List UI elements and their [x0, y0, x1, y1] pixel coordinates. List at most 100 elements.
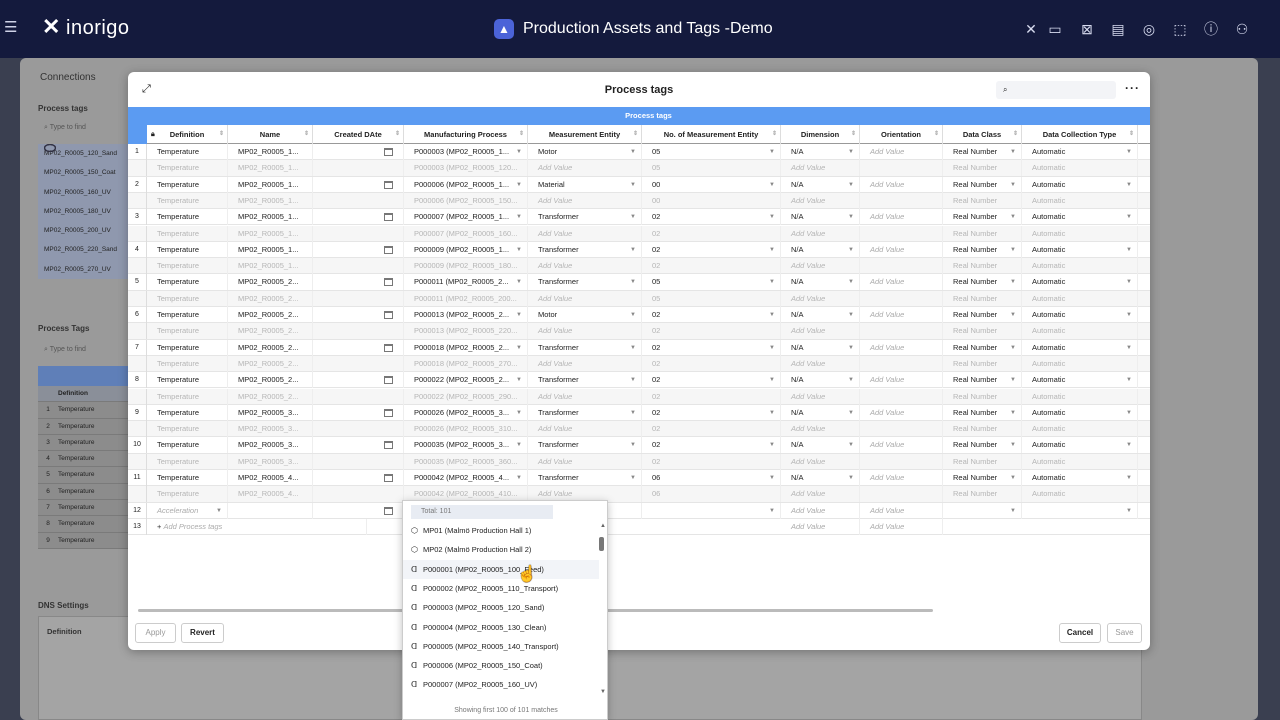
grid-cell-date[interactable]	[313, 258, 404, 275]
grid-cell-dim[interactable]: Add Value	[781, 421, 860, 438]
table-row-new[interactable]: 12Acceleration▼Add Value▼Add ValueAdd Va…	[128, 502, 1150, 519]
grid-cell-name[interactable]: MP02_R0005_1...	[228, 160, 313, 177]
grid-cell-ent[interactable]: Add Value	[528, 192, 642, 209]
table-subrow[interactable]: Temperature MP02_R0005_2... P000018 (MP02_…	[128, 355, 1150, 373]
grid-cell-num[interactable]: 02	[642, 355, 781, 372]
calendar-icon[interactable]	[384, 474, 393, 482]
grid-cell-proc[interactable]: P000006 (MP02_R0005_1... ▼	[404, 176, 528, 193]
grid-cell-col[interactable]: Automatic ▼	[1022, 209, 1138, 226]
grid-cell-date[interactable]	[313, 274, 404, 291]
grid-cell-dim[interactable]: Add Value	[781, 192, 860, 209]
grid-cell-ent[interactable]: Add Value	[528, 323, 642, 340]
grid-cell-num[interactable]: 02 ▼	[642, 307, 781, 323]
chevron-down-icon[interactable]: ▼	[848, 405, 854, 421]
grid-cell-ent[interactable]: Add Value	[528, 388, 642, 405]
chevron-down-icon[interactable]: ▼	[1126, 209, 1132, 225]
chevron-down-icon[interactable]: ▼	[769, 209, 775, 225]
grid-cell-def[interactable]: Temperature	[147, 258, 228, 275]
grid-cell-cls[interactable]: Real Number	[943, 486, 1022, 503]
grid-cell-ent[interactable]: Add Value	[528, 421, 642, 438]
grid-cell-ori[interactable]: Add Value	[860, 404, 943, 421]
chevron-down-icon[interactable]: ▼	[1010, 242, 1016, 258]
calendar-icon[interactable]	[384, 311, 393, 319]
save-button[interactable]: Save	[1107, 623, 1142, 643]
grid-cell-ent[interactable]: Add Value	[528, 160, 642, 177]
grid-cell-def[interactable]: Temperature	[147, 160, 228, 177]
dropdown-option[interactable]: ᗡ P000002 (MP02_R0005_110_Transport)	[403, 579, 599, 598]
grid-cell-proc[interactable]: P000018 (MP02_R0005_2... ▼	[404, 339, 528, 356]
grid-cell-cls[interactable]: Real Number	[943, 453, 1022, 470]
chevron-down-icon[interactable]: ▼	[769, 274, 775, 290]
process-tags-search-2[interactable]: ⌕ Type to find	[44, 346, 134, 360]
grid-cell-ent[interactable]: Add Value	[528, 258, 642, 275]
grid-cell-name[interactable]: MP02_R0005_3...	[228, 421, 313, 438]
grid-cell-num[interactable]: 02	[642, 388, 781, 405]
grid-cell-def[interactable]: Temperature	[147, 144, 228, 160]
grid-cell-name[interactable]: MP02_R0005_1...	[228, 176, 313, 193]
chevron-down-icon[interactable]: ▼	[848, 437, 854, 453]
grid-cell-def[interactable]: Temperature	[147, 290, 228, 307]
grid-cell-num[interactable]: 00	[642, 192, 781, 209]
grid-cell-dim[interactable]: N/A ▼	[781, 307, 860, 323]
grid-cell-num[interactable]: 02	[642, 421, 781, 438]
grid-cell-proc[interactable]: P000035 (MP02_R0005_360...	[404, 453, 528, 470]
grid-cell-name[interactable]: MP02_R0005_2...	[228, 388, 313, 405]
grid-cell-ori[interactable]: Add Value	[860, 437, 943, 454]
grid-cell-col[interactable]: Automatic	[1022, 388, 1138, 405]
grid-cell-ori[interactable]: Add Value	[860, 274, 943, 291]
table-subrow[interactable]: Temperature MP02_R0005_3... P000026 (MP02_…	[128, 421, 1150, 438]
grid-cell-dim[interactable]: N/A ▼	[781, 339, 860, 356]
grid-cell-name[interactable]: MP02_R0005_1...	[228, 258, 313, 275]
chevron-down-icon[interactable]: ▼	[630, 340, 636, 356]
grid-cell-proc[interactable]: P000009 (MP02_R0005_180...	[404, 258, 528, 275]
chevron-down-icon[interactable]: ▼	[1010, 177, 1016, 193]
chevron-down-icon[interactable]: ▼	[769, 503, 775, 519]
chevron-down-icon[interactable]: ▼	[630, 144, 636, 160]
calendar-icon[interactable]	[384, 376, 393, 385]
table-row[interactable]: 8 Temperature MP02_R0005_2... P000022 (MP02…	[128, 372, 1150, 389]
grid-cell-def[interactable]: Temperature	[147, 486, 228, 503]
grid-cell-num[interactable]: 06	[642, 486, 781, 503]
grid-cell-cls[interactable]: Real Number ▼	[943, 274, 1022, 291]
grid-cell-col[interactable]: Automatic ▼	[1022, 176, 1138, 193]
grid-cell-name[interactable]: MP02_R0005_4...	[228, 486, 313, 503]
grid-cell-proc[interactable]: P000042 (MP02_R0005_4... ▼	[404, 470, 528, 486]
chevron-down-icon[interactable]: ▼	[516, 144, 522, 160]
grid-cell-date[interactable]	[313, 355, 404, 372]
grid-cell-def[interactable]: Temperature	[147, 372, 228, 389]
chevron-down-icon[interactable]: ▼	[848, 307, 854, 323]
grid-cell-col[interactable]: Automatic ▼	[1022, 404, 1138, 421]
grid-cell-num[interactable]: 02 ▼	[642, 372, 781, 389]
chevron-down-icon[interactable]: ▼	[630, 177, 636, 193]
table-row[interactable]: 8 Temperature	[38, 516, 128, 533]
grid-cell-dim[interactable]: N/A ▼	[781, 404, 860, 421]
chevron-down-icon[interactable]: ▼	[630, 437, 636, 453]
grid-cell-num[interactable]: 05 ▼	[642, 144, 781, 160]
grid-cell-col[interactable]: Automatic ▼	[1022, 144, 1138, 160]
grid-cell-date[interactable]	[313, 421, 404, 438]
chevron-down-icon[interactable]: ▼	[848, 470, 854, 486]
grid-cell-dim[interactable]: N/A ▼	[781, 144, 860, 160]
list-item[interactable]: MP02_R0005_180_UV	[38, 144, 128, 221]
chevron-down-icon[interactable]: ▼	[516, 437, 522, 453]
sort-icon[interactable]: ⇕	[519, 125, 524, 144]
globe-icon[interactable]: ◎	[1139, 19, 1159, 39]
chevron-down-icon[interactable]: ▼	[1126, 274, 1132, 290]
grid-cell-ent[interactable]: Add Value	[528, 290, 642, 307]
column-header[interactable]: Definition ⇕ 🔒︎	[147, 125, 228, 144]
grid-cell-name[interactable]: MP02_R0005_1...	[228, 241, 313, 258]
chevron-down-icon[interactable]: ▼	[848, 372, 854, 388]
chevron-down-icon[interactable]: ▼	[1126, 307, 1132, 323]
chevron-down-icon[interactable]: ▼	[848, 209, 854, 225]
grid-cell-date[interactable]	[313, 372, 404, 389]
grid-cell-cls[interactable]: Real Number	[943, 355, 1022, 372]
grid-cell-col[interactable]: Automatic ▼	[1022, 437, 1138, 454]
grid-cell-ori[interactable]	[860, 160, 943, 177]
grid-cell-ori[interactable]	[860, 355, 943, 372]
chevron-down-icon[interactable]: ▼	[1126, 144, 1132, 160]
grid-cell-col[interactable]: Automatic ▼	[1022, 470, 1138, 486]
calendar-icon[interactable]	[384, 245, 393, 254]
grid-cell-def[interactable]: Temperature	[147, 388, 228, 405]
grid-cell-cls[interactable]: Real Number ▼	[943, 437, 1022, 454]
chevron-down-icon[interactable]: ▼	[769, 372, 775, 388]
